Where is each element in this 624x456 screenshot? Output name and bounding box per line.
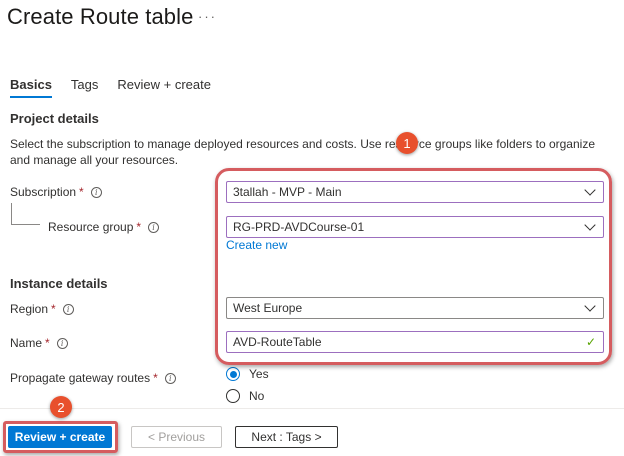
resource-group-value: RG-PRD-AVDCourse-01 — [233, 220, 365, 234]
required-marker: * — [136, 220, 142, 234]
propagate-yes-radio[interactable]: Yes — [226, 367, 269, 381]
resource-group-label: Resource group * i — [48, 220, 160, 234]
propagate-no-radio[interactable]: No — [226, 389, 264, 403]
info-icon[interactable]: i — [164, 372, 176, 384]
subscription-label: Subscription * i — [10, 185, 102, 199]
next-tags-button[interactable]: Next : Tags > — [235, 426, 338, 448]
project-details-description: Select the subscription to manage deploy… — [10, 137, 595, 167]
propagate-label: Propagate gateway routes * i — [10, 371, 176, 385]
previous-button[interactable]: < Previous — [131, 426, 222, 448]
instance-details-heading: Instance details — [10, 276, 108, 291]
region-label: Region * i — [10, 302, 74, 316]
info-icon[interactable]: i — [62, 303, 74, 315]
tab-bar: Basics Tags Review + create — [10, 77, 230, 98]
radio-unchecked-icon — [226, 389, 240, 403]
radio-checked-icon — [226, 367, 240, 381]
name-value: AVD-RouteTable — [233, 335, 322, 349]
subscription-dropdown[interactable]: 3tallah - MVP - Main — [226, 181, 604, 203]
name-label: Name * i — [10, 336, 68, 350]
chevron-down-icon — [584, 219, 596, 231]
required-marker: * — [51, 302, 56, 316]
tab-basics[interactable]: Basics — [10, 77, 52, 98]
review-create-button[interactable]: Review + create — [8, 426, 112, 448]
chevron-down-icon — [584, 300, 596, 312]
tab-tags[interactable]: Tags — [71, 77, 98, 98]
annotation-badge-1: 1 — [396, 132, 418, 154]
required-marker: * — [45, 336, 50, 350]
tree-connector — [11, 203, 40, 225]
name-input[interactable]: AVD-RouteTable ✓ — [226, 331, 604, 353]
more-actions-icon[interactable]: ··· — [198, 9, 217, 24]
project-details-heading: Project details — [10, 111, 99, 126]
resource-group-dropdown[interactable]: RG-PRD-AVDCourse-01 — [226, 216, 604, 238]
annotation-badge-2: 2 — [50, 396, 72, 418]
create-new-link[interactable]: Create new — [226, 238, 287, 252]
info-icon[interactable]: i — [56, 337, 68, 349]
info-icon[interactable]: i — [148, 221, 160, 233]
chevron-down-icon — [584, 184, 596, 196]
required-marker: * — [153, 371, 158, 385]
check-icon: ✓ — [585, 335, 596, 349]
region-dropdown[interactable]: West Europe — [226, 297, 604, 319]
footer-divider — [0, 408, 624, 409]
subscription-value: 3tallah - MVP - Main — [233, 185, 342, 199]
region-value: West Europe — [233, 301, 303, 315]
required-marker: * — [79, 185, 84, 199]
info-icon[interactable]: i — [90, 186, 102, 198]
page-title: Create Route table — [7, 4, 194, 29]
tab-review-create[interactable]: Review + create — [117, 77, 211, 98]
